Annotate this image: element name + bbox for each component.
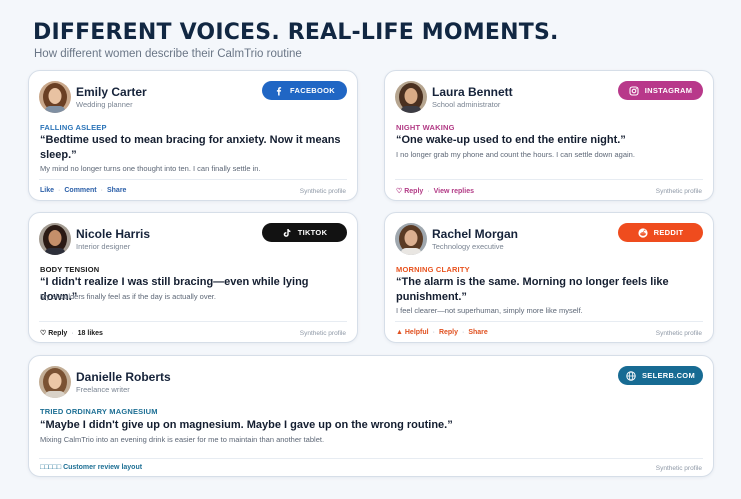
comment-button[interactable]: Comment [64, 187, 96, 194]
platform-label: REDDIT [653, 228, 684, 237]
reviewer-name: Danielle Roberts [76, 370, 171, 384]
platform-badge[interactable]: REDDIT [618, 223, 703, 242]
avatar [39, 223, 71, 255]
reviewer-role: Technology executive [432, 242, 504, 251]
instagram-icon [629, 85, 639, 96]
platform-badge[interactable]: FACEBOOK [262, 81, 347, 100]
review-quote: “Bedtime used to mean bracing for anxiet… [40, 134, 341, 161]
review-card: Laura Bennett School administrator INSTA… [384, 70, 714, 201]
platform-badge[interactable]: TIKTOK [262, 223, 347, 242]
card-actions: ▲ Helpful · Reply · Share [396, 329, 488, 336]
like-button[interactable]: Like [40, 187, 54, 194]
topic-tag: TRIED ORDINARY MAGNESIUM [40, 407, 158, 416]
synthetic-profile-note: Synthetic profile [299, 330, 346, 337]
review-detail: My shoulders finally feel as if the day … [40, 292, 216, 301]
synthetic-profile-note: Synthetic profile [655, 330, 702, 337]
platform-label: TIKTOK [297, 228, 328, 237]
topic-tag: NIGHT WAKING [396, 123, 455, 132]
divider [39, 321, 347, 322]
topic-tag: MORNING CLARITY [396, 265, 470, 274]
share-button[interactable]: Share [468, 329, 487, 336]
avatar [395, 223, 427, 255]
review-quote: “Maybe I didn't give up on magnesium. Ma… [40, 419, 453, 431]
avatar [39, 81, 71, 113]
review-quote: “The alarm is the same. Morning no longe… [396, 276, 669, 303]
reply-button[interactable]: Reply [439, 329, 458, 336]
reply-button[interactable]: ♡ Reply [396, 187, 423, 195]
globe-icon [626, 370, 636, 381]
platform-label: INSTAGRAM [644, 86, 693, 95]
facebook-icon [274, 86, 284, 96]
divider [39, 179, 347, 180]
reddit-icon [638, 227, 648, 238]
page-subtitle: How different women describe their CalmT… [34, 48, 302, 60]
platform-label: FACEBOOK [290, 86, 335, 95]
reply-button[interactable]: ♡ Reply [40, 329, 67, 337]
review-detail: I feel clearer—not superhuman, simply mo… [396, 306, 583, 315]
topic-tag: FALLING ASLEEP [40, 123, 107, 132]
reviewer-role: Wedding planner [76, 100, 133, 109]
avatar [39, 366, 71, 398]
platform-badge[interactable]: INSTAGRAM [618, 81, 703, 100]
reviewer-name: Emily Carter [76, 85, 147, 99]
topic-tag: BODY TENSION [40, 265, 100, 274]
card-actions: Like · Comment · Share [40, 187, 127, 194]
review-card: Nicole Harris Interior designer TIKTOK B… [28, 212, 358, 343]
divider [39, 458, 703, 459]
reviewer-role: Interior designer [76, 242, 131, 251]
page-title: DIFFERENT VOICES. REAL-LIFE MOMENTS. [33, 20, 559, 45]
synthetic-profile-note: Synthetic profile [655, 188, 702, 195]
customer-review-layout-label: □□□□□ Customer review layout [40, 464, 143, 471]
view-replies-button[interactable]: View replies [434, 188, 474, 195]
reviewer-name: Nicole Harris [76, 227, 151, 241]
review-detail: Mixing CalmTrio into an evening drink is… [40, 435, 325, 444]
review-card: Rachel Morgan Technology executive REDDI… [384, 212, 714, 343]
reviewer-role: Freelance writer [76, 385, 130, 394]
synthetic-profile-note: Synthetic profile [299, 188, 346, 195]
platform-label: SELERB.COM [641, 371, 695, 380]
divider [395, 179, 703, 180]
review-quote: “One wake-up used to end the entire nigh… [396, 134, 626, 146]
reviewer-role: School administrator [432, 100, 501, 109]
synthetic-profile-note: Synthetic profile [655, 465, 702, 472]
platform-badge[interactable]: SELERB.COM [618, 366, 703, 385]
reviewer-name: Rachel Morgan [432, 227, 519, 241]
card-actions: ♡ Reply · View replies [396, 187, 474, 196]
divider [395, 321, 703, 322]
review-detail: I no longer grab my phone and count the … [396, 150, 635, 159]
share-button[interactable]: Share [107, 187, 126, 194]
review-card: Danielle Roberts Freelance writer SELERB… [28, 355, 714, 477]
card-actions: □□□□□ Customer review layout [40, 464, 142, 471]
likes-count: 18 likes [77, 329, 103, 337]
review-detail: My mind no longer turns one thought into… [40, 164, 261, 173]
tiktok-icon [282, 228, 292, 238]
helpful-button[interactable]: ▲ Helpful [396, 329, 429, 336]
review-card: Emily Carter Wedding planner FACEBOOK FA… [28, 70, 358, 201]
avatar [395, 81, 427, 113]
card-actions: ♡ Reply · 18 likes [40, 329, 103, 338]
reviewer-name: Laura Bennett [432, 85, 513, 99]
